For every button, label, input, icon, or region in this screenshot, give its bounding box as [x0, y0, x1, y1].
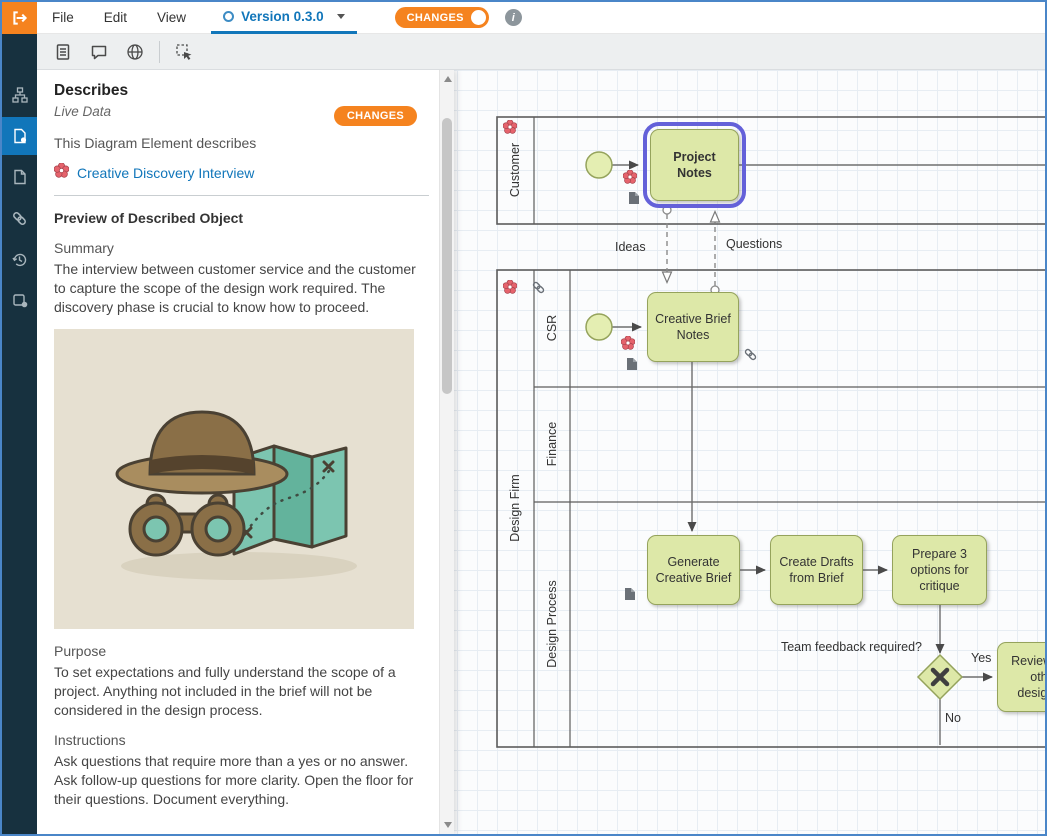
section-body-purpose: To set expectations and fully understand… — [54, 663, 429, 720]
menu-edit[interactable]: Edit — [89, 2, 142, 34]
version-selector[interactable]: Version 0.3.0 — [211, 2, 357, 34]
lane-label-design-process: Design Process — [545, 580, 559, 668]
globe-icon[interactable] — [121, 38, 149, 66]
panel-title: Describes — [54, 82, 429, 100]
document-lines-icon[interactable] — [49, 38, 77, 66]
task-project-notes[interactable]: Project Notes — [650, 129, 739, 201]
message-flow-ideas-origin — [663, 206, 671, 214]
scroll-down-arrow-icon[interactable] — [444, 822, 452, 828]
left-sidebar — [2, 2, 37, 834]
menu-view[interactable]: View — [142, 2, 201, 34]
version-label: Version 0.3.0 — [241, 9, 324, 24]
flower-icon — [503, 120, 517, 134]
start-event-customer[interactable] — [586, 152, 612, 178]
flower-icon — [503, 280, 517, 294]
described-object-link[interactable]: Creative Discovery Interview — [77, 165, 254, 181]
chain-link-icon — [743, 347, 758, 362]
info-icon[interactable]: i — [505, 9, 522, 26]
chain-link-icon[interactable] — [2, 199, 37, 237]
lane-label-finance: Finance — [545, 422, 559, 466]
marquee-select-icon[interactable] — [170, 38, 198, 66]
pool-customer[interactable] — [497, 117, 1045, 224]
task-create-drafts[interactable]: Create Drafts from Brief — [770, 535, 863, 605]
describes-caption: This Diagram Element describes — [54, 135, 429, 151]
label-feedback: Team feedback required? — [737, 640, 922, 654]
task-review-designers[interactable]: Review with other designers — [997, 642, 1045, 712]
task-prepare-options[interactable]: Prepare 3 options for critique — [892, 535, 987, 605]
menu-file[interactable]: File — [37, 2, 89, 34]
page-icon — [624, 587, 636, 601]
hierarchy-icon[interactable] — [2, 76, 37, 114]
app-logo[interactable] — [2, 2, 37, 34]
version-circle-icon — [223, 11, 234, 22]
task-creative-brief-notes[interactable]: Creative Brief Notes — [647, 292, 739, 362]
task-generate-creative-brief[interactable]: Generate Creative Brief — [647, 535, 740, 605]
document-icon[interactable] — [2, 158, 37, 196]
pool-label-customer: Customer — [508, 143, 522, 197]
chevron-down-icon — [337, 14, 345, 19]
pool-design-firm[interactable] — [497, 270, 1045, 747]
extensions-icon[interactable] — [2, 281, 37, 319]
section-heading-instructions: Instructions — [54, 732, 429, 748]
menu-bar: File Edit View Version 0.3.0 CHANGES i — [37, 2, 1045, 34]
section-heading-summary: Summary — [54, 240, 429, 256]
label-questions: Questions — [726, 237, 782, 251]
flower-icon — [54, 163, 69, 183]
page-icon — [628, 191, 640, 205]
section-body-summary: The interview between customer service a… — [54, 260, 429, 317]
toolbar — [37, 34, 1045, 70]
flower-icon — [623, 170, 637, 184]
preview-heading: Preview of Described Object — [54, 210, 429, 226]
changes-toggle[interactable]: CHANGES — [395, 7, 489, 28]
comment-icon[interactable] — [85, 38, 113, 66]
changes-badge: CHANGES — [334, 106, 417, 126]
changes-toggle-label: CHANGES — [407, 12, 464, 24]
start-event-csr[interactable] — [586, 314, 612, 340]
lane-label-csr: CSR — [545, 315, 559, 341]
label-yes: Yes — [971, 651, 991, 665]
label-no: No — [945, 711, 961, 725]
describes-icon[interactable] — [2, 117, 37, 155]
toolbar-separator — [159, 41, 160, 63]
history-icon[interactable] — [2, 240, 37, 278]
pool-label-design-firm: Design Firm — [508, 474, 522, 541]
divider — [54, 195, 429, 196]
panel-scrollbar[interactable] — [439, 70, 454, 834]
explorer-illustration — [54, 329, 414, 629]
describes-panel: Describes Live Data This Diagram Element… — [37, 70, 454, 834]
section-heading-purpose: Purpose — [54, 643, 429, 659]
chain-link-icon — [531, 280, 546, 295]
label-ideas: Ideas — [615, 240, 646, 254]
page-icon — [626, 357, 638, 371]
app-window: Customer Design Firm CSR Finance Design … — [0, 0, 1047, 836]
scrollbar-thumb[interactable] — [442, 118, 452, 394]
scroll-up-arrow-icon[interactable] — [444, 76, 452, 82]
toggle-knob — [471, 10, 486, 25]
flower-icon — [621, 336, 635, 350]
section-body-instructions: Ask questions that require more than a y… — [54, 752, 429, 809]
